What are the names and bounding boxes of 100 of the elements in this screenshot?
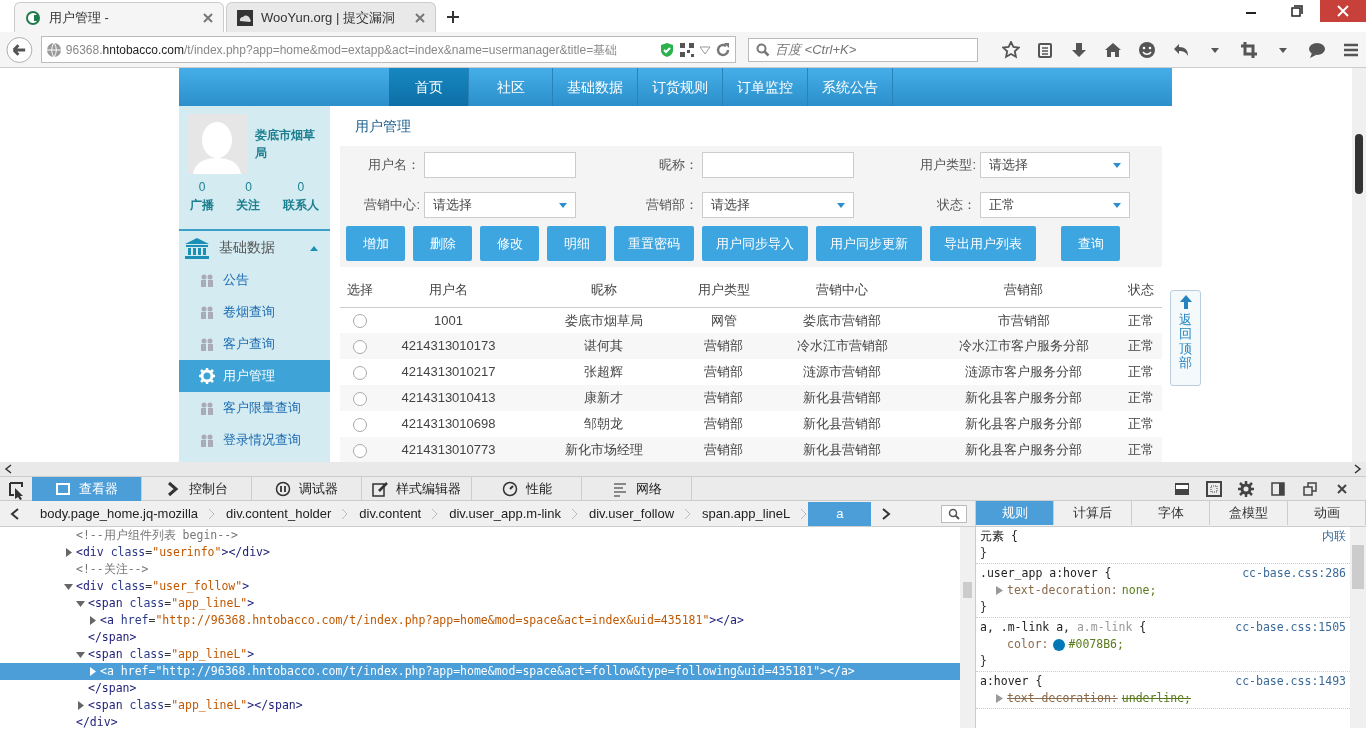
collapse-triangle-icon[interactable] — [64, 582, 73, 591]
download-icon[interactable] — [1070, 40, 1088, 59]
select-field[interactable]: 请选择 — [702, 192, 854, 218]
input-field[interactable] — [424, 152, 576, 178]
dock-side-icon[interactable] — [1270, 480, 1286, 497]
panel-tab[interactable]: 动画 — [1288, 501, 1366, 525]
select-field[interactable]: 请选择 — [980, 152, 1130, 178]
expand-triangle-icon[interactable] — [64, 548, 73, 557]
devtools-tab[interactable]: 控制台 — [142, 476, 252, 501]
expand-triangle-icon[interactable] — [88, 667, 97, 676]
popout-icon[interactable] — [1302, 480, 1318, 497]
panel-tab[interactable]: 盒模型 — [1210, 501, 1288, 525]
radio-button[interactable] — [353, 365, 367, 380]
css-property: text-decoration: — [1007, 582, 1118, 599]
radio-button[interactable] — [353, 314, 367, 329]
browser-tab[interactable]: 用户管理 - — [14, 2, 224, 32]
input-field[interactable] — [702, 152, 854, 178]
scrollbar[interactable] — [1352, 68, 1366, 462]
sidebar-item[interactable]: 客户查询 — [179, 328, 330, 360]
qr-code-icon[interactable] — [679, 41, 695, 58]
code-line[interactable]: <span class="app_lineL"> — [88, 595, 255, 612]
frame-icon[interactable] — [1206, 480, 1222, 497]
code-line[interactable]: <a href="http://96368.hntobacco.com/t/index.php?app=home&mod=space&act=index&uid=435181"></a> — [100, 612, 744, 629]
address-field[interactable]: 96368.hntobacco.com/t/index.php?app=home&mod=extapp&act=index&name=usermanager&title=基础 — [40, 36, 736, 63]
terminal-icon[interactable] — [1174, 480, 1190, 497]
stat-count[interactable]: 0 — [282, 178, 319, 196]
css-property: color: — [1007, 636, 1049, 653]
table-cell: 新化县客户服务分部 — [927, 437, 1120, 462]
smiley-icon[interactable] — [1138, 40, 1156, 59]
select-field[interactable]: 正常 — [980, 192, 1130, 218]
color-swatch[interactable] — [1052, 638, 1065, 651]
search-field[interactable]: 百度 <Ctrl+K> — [748, 37, 978, 62]
css-value: underline; — [1121, 690, 1192, 707]
scrollbar[interactable] — [1350, 527, 1366, 728]
breadcrumb-item[interactable]: body.page_home.jq-mozilla — [30, 501, 209, 526]
select-field[interactable]: 请选择 — [424, 192, 576, 218]
code-line[interactable]: <div class="userinfo"></div> — [76, 544, 270, 561]
nav-item[interactable]: 首页 — [389, 68, 469, 106]
devtools-tab[interactable]: 调试器 — [252, 476, 362, 501]
scrollbar[interactable] — [0, 462, 1366, 476]
back-icon[interactable] — [6, 35, 33, 64]
breadcrumb-item[interactable]: div.content — [349, 501, 432, 526]
radio-button[interactable] — [353, 391, 367, 406]
breadcrumb-item[interactable]: div.user_follow — [579, 501, 685, 526]
reload-icon[interactable] — [715, 41, 731, 58]
radio-button[interactable] — [353, 443, 367, 458]
collapse-triangle-icon[interactable] — [76, 650, 85, 659]
stat-label[interactable]: 广播 — [190, 196, 215, 214]
code-line[interactable]: <span class="app_lineL"></span> — [88, 697, 303, 714]
stat-label[interactable]: 联系人 — [282, 196, 319, 214]
section-header[interactable]: 基础数据 — [179, 231, 330, 264]
bookmark-star-icon[interactable] — [1002, 40, 1020, 59]
stat-count[interactable]: 0 — [190, 178, 215, 196]
code-line[interactable]: <div class="user_follow"> — [76, 578, 250, 595]
back-to-top-button[interactable]: 返回顶部 — [1170, 290, 1201, 386]
source-link[interactable]: 内联 — [1322, 528, 1346, 545]
expand-triangle-icon[interactable] — [996, 586, 1003, 595]
table-cell: 正常 — [1120, 333, 1162, 359]
sidebar-item[interactable]: 公告 — [179, 264, 330, 296]
home-icon[interactable] — [1104, 40, 1122, 59]
devtools-tab[interactable]: 样式编辑器 — [362, 476, 472, 501]
css-brace: } — [980, 545, 988, 562]
code-line: </div> — [76, 715, 118, 728]
close-icon[interactable] — [1320, 0, 1366, 22]
settings-icon[interactable] — [1238, 480, 1254, 497]
panel-tab[interactable]: 计算后 — [1054, 501, 1132, 525]
source-link[interactable]: cc-base.css:286 — [1242, 565, 1346, 582]
radio-button[interactable] — [353, 339, 367, 354]
expand-triangle-icon[interactable] — [996, 694, 1003, 703]
devtools-tab[interactable]: 网络 — [582, 476, 692, 501]
reading-list-icon[interactable] — [1036, 40, 1054, 59]
scrollbar[interactable] — [960, 527, 975, 728]
devtools-tab[interactable]: 性能 — [472, 476, 582, 501]
collapse-triangle-icon[interactable] — [76, 599, 85, 608]
new-tab-icon[interactable] — [446, 10, 460, 24]
sidebar-item[interactable]: 客户限量查询 — [179, 392, 330, 424]
panel-tab[interactable]: 字体 — [1132, 501, 1210, 525]
source-link[interactable]: cc-base.css:1505 — [1235, 619, 1346, 636]
dropdown-icon[interactable] — [699, 44, 711, 55]
stat-count[interactable]: 0 — [236, 178, 261, 196]
sidebar-item[interactable]: 卷烟查询 — [179, 296, 330, 328]
expand-triangle-icon[interactable] — [88, 616, 97, 625]
expand-triangle-icon[interactable] — [76, 701, 85, 710]
breadcrumb-item[interactable]: span.app_lineL — [692, 501, 801, 526]
source-link[interactable]: cc-base.css:1493 — [1235, 673, 1346, 690]
breadcrumb-item[interactable]: div.user_app.m-link — [439, 501, 571, 526]
code-line[interactable]: <span class="app_lineL"> — [88, 646, 255, 663]
crop-icon[interactable] — [1240, 40, 1258, 59]
close-icon[interactable] — [203, 12, 213, 23]
breadcrumb-item[interactable]: div.content_holder — [216, 501, 342, 526]
stat-label[interactable]: 关注 — [236, 196, 261, 214]
chevron-icon — [165, 480, 181, 497]
pause-icon — [275, 480, 291, 497]
radio-button[interactable] — [353, 417, 367, 432]
chat-icon[interactable] — [1308, 40, 1326, 59]
close-icon[interactable] — [415, 12, 425, 23]
sidebar-item[interactable]: 登录情况查询 — [179, 424, 330, 456]
search-button[interactable] — [941, 504, 967, 523]
table-cell: 营销部 — [690, 359, 757, 385]
browser-tab[interactable]: WooYun.org | 提交漏洞 — [226, 2, 436, 32]
